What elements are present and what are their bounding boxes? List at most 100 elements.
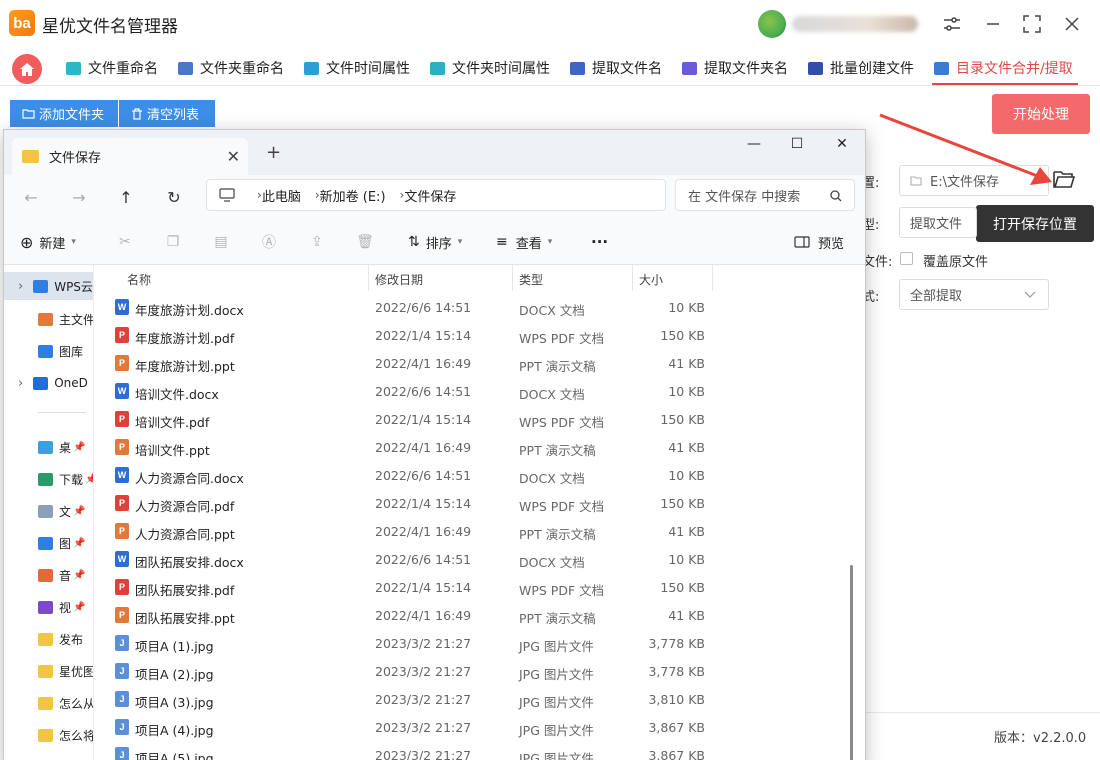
tab-3[interactable]: 文件时间属性 <box>304 56 410 80</box>
file-type: JPG 图片文件 <box>519 639 594 654</box>
file-row[interactable]: J 项目A (2).jpg 2023/3/2 21:27 JPG 图片文件 3,778 … <box>95 657 713 685</box>
refresh-icon[interactable]: ↻ <box>164 187 184 207</box>
explorer-close-icon[interactable]: ✕ <box>830 136 854 152</box>
settings-sliders-icon[interactable] <box>940 12 964 36</box>
overwrite-label: 文件: <box>862 255 893 270</box>
file-type: DOCX 文档 <box>519 471 585 486</box>
delete-icon[interactable]: 🗑 <box>356 233 374 251</box>
up-icon[interactable]: ↑ <box>116 187 136 207</box>
forward-icon[interactable]: → <box>69 187 89 207</box>
close-icon[interactable] <box>1060 12 1084 36</box>
sidebar-item-12[interactable]: 星优图 <box>4 657 93 685</box>
sidebar-item-2[interactable]: 主文件 <box>4 305 94 333</box>
file-row[interactable]: J 项目A (5).jpg 2023/3/2 21:27 JPG 图片文件 3,867 … <box>95 741 713 760</box>
file-row[interactable]: W 培训文件.docx 2022/6/6 14:51 DOCX 文档 10 KB <box>95 377 713 405</box>
explorer-tab[interactable]: 文件保存 ✕ <box>12 138 248 175</box>
file-row[interactable]: W 团队拓展安排.docx 2022/6/6 14:51 DOCX 文档 10 KB <box>95 545 713 573</box>
column-header-size[interactable]: 大小 <box>639 271 663 288</box>
tab-5[interactable]: 提取文件名 <box>570 56 662 80</box>
plus-circle-icon: ⊕ <box>20 232 34 252</box>
sidebar-item-13[interactable]: 怎么从 <box>4 689 94 717</box>
breadcrumb[interactable]: › 此电脑 › 新加卷 (E:) › 文件保存 <box>206 179 666 211</box>
mode-select[interactable]: 全部提取 <box>899 279 1049 310</box>
sort-button[interactable]: ⇅ 排序 ▾ <box>408 233 462 252</box>
new-button[interactable]: ⊕ 新建 ▾ <box>20 232 76 252</box>
preview-button[interactable]: 预览 <box>794 233 844 252</box>
clear-list-button[interactable]: 清空列表 <box>119 100 215 127</box>
tab-1[interactable]: 文件重命名 <box>66 56 158 80</box>
rename-icon[interactable]: Ⓐ <box>260 233 278 251</box>
share-icon[interactable]: ⇪ <box>308 233 326 251</box>
sidebar-item-14[interactable]: 怎么将 <box>4 721 93 749</box>
user-avatar[interactable] <box>758 10 918 38</box>
tab-4[interactable]: 文件夹时间属性 <box>430 56 550 80</box>
sidebar-item-10[interactable]: 视 📌 <box>4 593 93 621</box>
cut-icon[interactable]: ✂ <box>116 233 134 251</box>
paste-icon[interactable]: ▤ <box>212 233 230 251</box>
chevron-right-icon[interactable]: › <box>18 279 23 294</box>
file-row[interactable]: J 项目A (4).jpg 2023/3/2 21:27 JPG 图片文件 3,867 … <box>95 713 713 741</box>
add-folder-button[interactable]: 添加文件夹 <box>10 100 118 127</box>
explorer-minimize-icon[interactable]: — <box>742 136 766 152</box>
file-row[interactable]: P 人力资源合同.pdf 2022/1/4 15:14 WPS PDF 文档 150 K… <box>95 489 713 517</box>
overwrite-checkbox[interactable] <box>900 252 913 265</box>
home-button[interactable] <box>12 54 42 84</box>
breadcrumb-item-folder[interactable]: 文件保存 <box>404 186 456 205</box>
scrollbar[interactable] <box>850 565 853 760</box>
sidebar-item-label: 怎么从 <box>59 696 94 711</box>
tab-2[interactable]: 文件夹重命名 <box>178 56 284 80</box>
desktop-icon <box>38 440 53 454</box>
pdf-file-icon: P <box>115 495 129 511</box>
column-header-type[interactable]: 类型 <box>519 271 543 288</box>
file-row[interactable]: J 项目A (1).jpg 2023/3/2 21:27 JPG 图片文件 3,778 … <box>95 629 713 657</box>
breadcrumb-item-this-pc[interactable]: 此电脑 <box>262 186 301 205</box>
column-header-date[interactable]: 修改日期 <box>375 271 423 288</box>
view-button[interactable]: ≡ 查看 ▾ <box>496 233 552 252</box>
sidebar-item-11[interactable]: 发布 <box>4 625 93 653</box>
sidebar-item-5[interactable]: 桌 📌 <box>4 433 93 461</box>
type-field[interactable]: 提取文件 <box>899 207 977 238</box>
sidebar-item-7[interactable]: 文 📌 <box>4 497 93 525</box>
column-header-name[interactable]: 名称 <box>127 271 151 288</box>
search-input[interactable]: 在 文件保存 中搜索 <box>675 179 855 211</box>
sidebar-item-4[interactable]: › OneD <box>4 369 93 397</box>
sidebar-item-9[interactable]: 音 📌 <box>4 561 93 589</box>
file-row[interactable]: P 培训文件.pdf 2022/1/4 15:14 WPS PDF 文档 150 KB <box>95 405 713 433</box>
explorer-toolbar: ⊕ 新建 ▾ ✂ ❐ ▤ Ⓐ ⇪ 🗑 ⇅ 排序 ▾ ≡ 查看 ▾ ··· 预览 <box>4 219 865 265</box>
file-type: JPG 图片文件 <box>519 667 594 682</box>
file-row[interactable]: P 团队拓展安排.pdf 2022/1/4 15:14 WPS PDF 文档 150 K… <box>95 573 713 601</box>
file-row[interactable]: P 团队拓展安排.ppt 2022/4/1 16:49 PPT 演示文稿 41 KB <box>95 601 713 629</box>
file-row[interactable]: W 人力资源合同.docx 2022/6/6 14:51 DOCX 文档 10 KB <box>95 461 713 489</box>
fullscreen-icon[interactable] <box>1020 12 1044 36</box>
file-row[interactable]: P 年度旅游计划.ppt 2022/4/1 16:49 PPT 演示文稿 41 KB <box>95 349 713 377</box>
file-row[interactable]: J 项目A (3).jpg 2023/3/2 21:27 JPG 图片文件 3,810 … <box>95 685 713 713</box>
file-row[interactable]: P 培训文件.ppt 2022/4/1 16:49 PPT 演示文稿 41 KB <box>95 433 713 461</box>
trash-icon <box>132 107 142 120</box>
file-row[interactable]: P 人力资源合同.ppt 2022/4/1 16:49 PPT 演示文稿 41 KB <box>95 517 713 545</box>
copy-icon[interactable]: ❐ <box>164 233 182 251</box>
minimize-icon[interactable] <box>981 12 1005 36</box>
chevron-right-icon[interactable]: › <box>18 376 23 391</box>
sidebar-item-6[interactable]: 下载📌 <box>4 465 93 493</box>
jpg-file-icon: J <box>115 747 129 760</box>
more-options-button[interactable]: ··· <box>591 233 608 251</box>
file-row[interactable]: P 年度旅游计划.pdf 2022/1/4 15:14 WPS PDF 文档 150 K… <box>95 321 713 349</box>
sidebar-item-8[interactable]: 图 📌 <box>4 529 93 557</box>
new-tab-icon[interactable]: + <box>266 142 281 163</box>
close-tab-icon[interactable]: ✕ <box>227 147 240 166</box>
file-row[interactable]: W 年度旅游计划.docx 2022/6/6 14:51 DOCX 文档 10 KB <box>95 293 713 321</box>
breadcrumb-item-drive[interactable]: 新加卷 (E:) <box>320 186 386 205</box>
sidebar-item-label: 主文件 <box>59 312 94 327</box>
sidebar-item-1[interactable]: › WPS云 <box>4 272 93 300</box>
tab-7[interactable]: 批量创建文件 <box>808 56 914 80</box>
cloud-icon <box>33 279 49 293</box>
tab-6[interactable]: 提取文件夹名 <box>682 56 788 80</box>
explorer-maximize-icon[interactable]: ☐ <box>785 136 809 152</box>
ppt-file-icon: P <box>115 355 129 371</box>
back-icon[interactable]: ← <box>21 187 41 207</box>
tab-8[interactable]: 目录文件合并/提取 <box>934 56 1073 80</box>
sidebar-item-3[interactable]: 图库 <box>4 337 93 365</box>
file-size: 41 KB <box>668 440 705 455</box>
docx-file-icon: W <box>115 467 129 483</box>
pdf-file-icon: P <box>115 579 129 595</box>
